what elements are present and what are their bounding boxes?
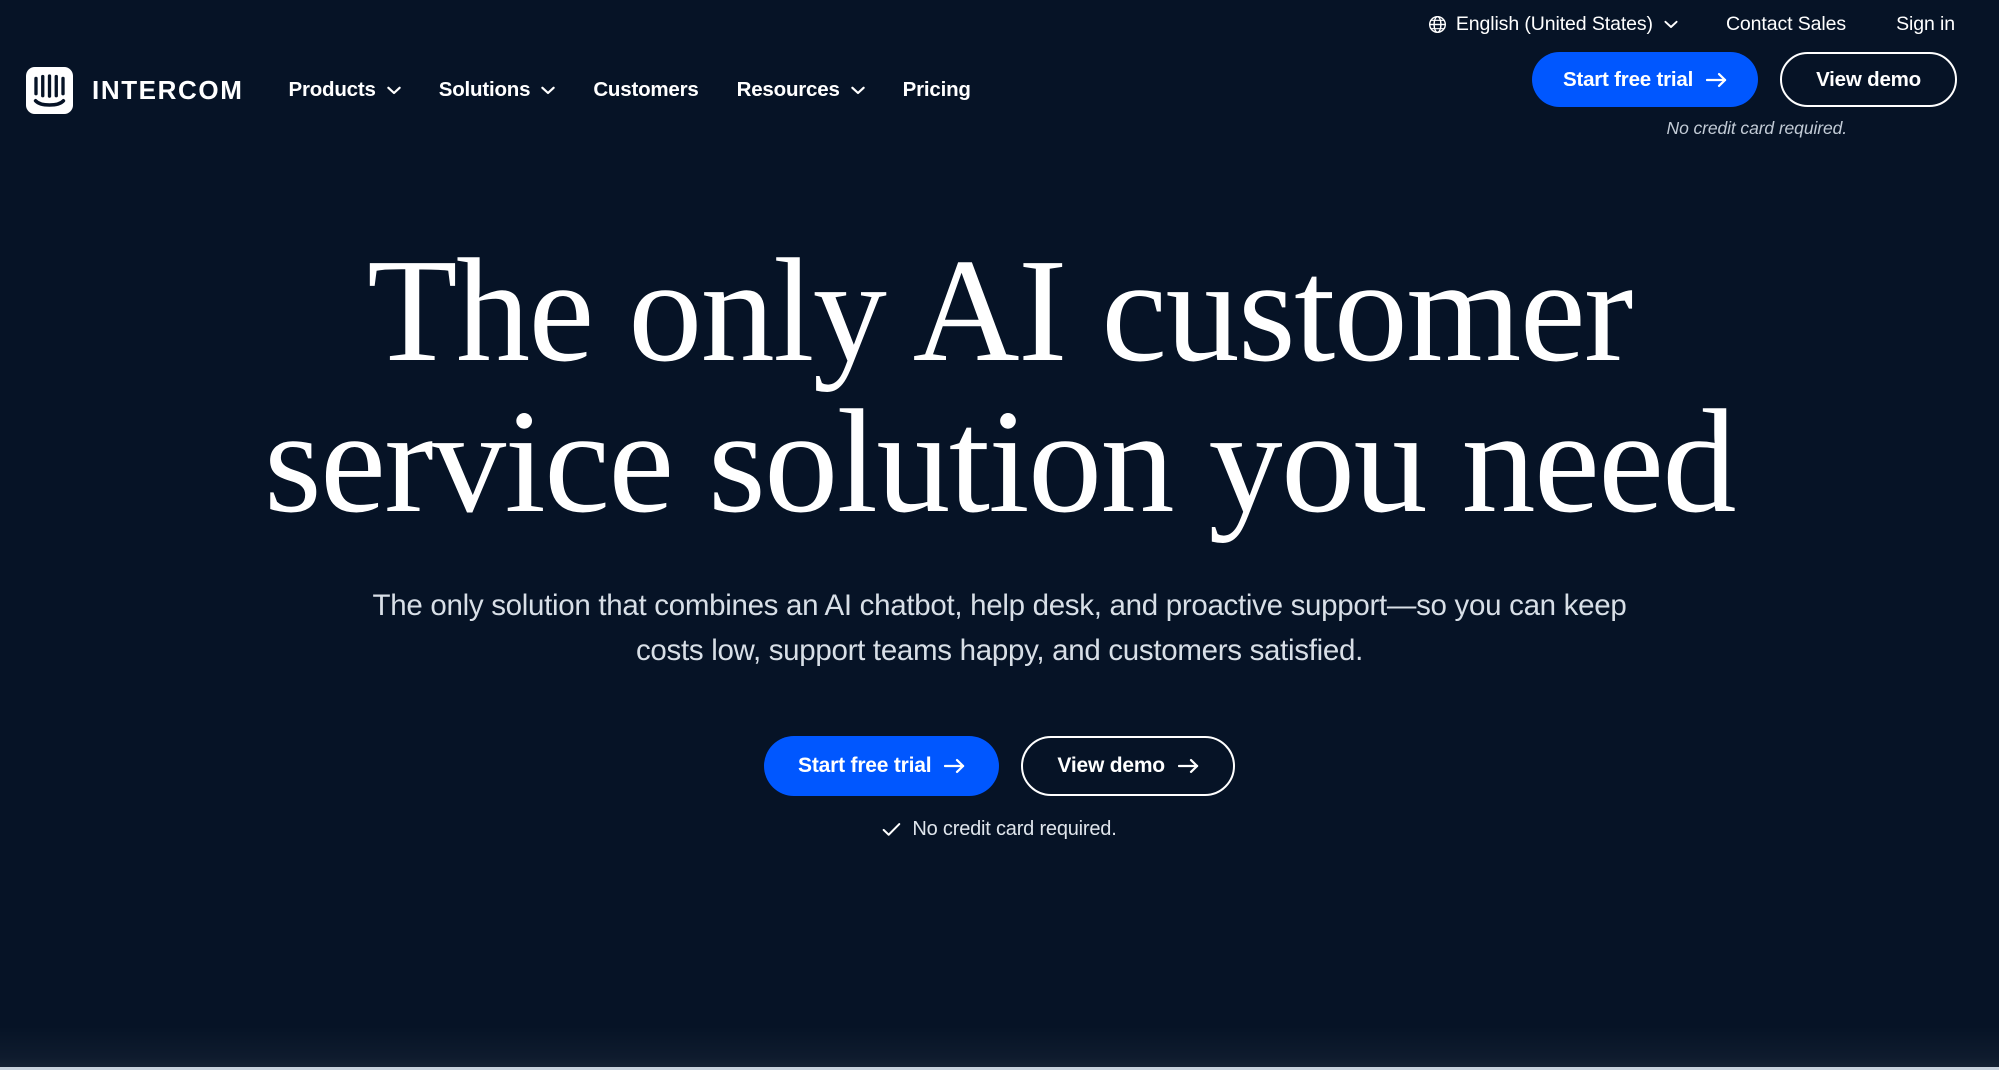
nav-item-label: Products xyxy=(288,78,376,101)
arrow-right-icon xyxy=(944,758,965,774)
hero-no-credit-card-note: No credit card required. xyxy=(882,817,1117,841)
nav-item-customers[interactable]: Customers xyxy=(574,70,717,110)
hero-note-label: No credit card required. xyxy=(912,817,1117,840)
nav-item-products[interactable]: Products xyxy=(269,70,419,110)
sign-in-link[interactable]: Sign in xyxy=(1894,9,1957,40)
nav-left-group: INTERCOM Products Solutions Customers Re… xyxy=(0,52,990,128)
chevron-down-icon xyxy=(1662,20,1678,29)
nav-start-free-trial-button[interactable]: Start free trial xyxy=(1531,52,1759,107)
hero-view-demo-button[interactable]: View demo xyxy=(1021,735,1235,796)
utility-bar: English (United States) Contact Sales Si… xyxy=(1426,0,1957,48)
globe-icon xyxy=(1428,15,1447,34)
nav-item-resources[interactable]: Resources xyxy=(718,70,884,110)
nav-item-solutions[interactable]: Solutions xyxy=(420,70,575,110)
nav-view-demo-button[interactable]: View demo xyxy=(1780,52,1957,107)
nav-item-label: Customers xyxy=(593,78,699,101)
arrow-right-icon xyxy=(1177,758,1199,774)
nav-right-group: Start free trial View demo No credit car… xyxy=(1531,52,1999,139)
button-label: Start free trial xyxy=(1562,67,1694,91)
hero-title-line-1: The only AI customer xyxy=(367,229,1633,393)
nav-item-label: Solutions xyxy=(438,78,531,101)
nav-item-label: Resources xyxy=(736,78,840,101)
page-title: The only AI customer service solution yo… xyxy=(264,229,1736,544)
nav-cta-row: Start free trial View demo xyxy=(1531,52,1957,107)
hero-section: The only AI customer service solution yo… xyxy=(0,236,1999,841)
chevron-down-icon xyxy=(385,86,401,95)
chevron-down-icon xyxy=(539,86,556,95)
nav-no-credit-card-note: No credit card required. xyxy=(1666,118,1848,138)
nav-items: Products Solutions Customers Resources P… xyxy=(269,67,989,114)
arrow-right-icon xyxy=(1706,72,1727,88)
bottom-gradient-band xyxy=(0,1026,1999,1070)
logo-wordmark: INTERCOM xyxy=(92,74,244,105)
logo-link[interactable]: INTERCOM xyxy=(26,66,244,114)
chevron-down-icon xyxy=(849,86,865,95)
button-label: View demo xyxy=(1816,67,1921,91)
contact-sales-link[interactable]: Contact Sales xyxy=(1724,9,1848,40)
nav-item-label: Pricing xyxy=(902,78,971,101)
button-label: Start free trial xyxy=(798,753,932,777)
language-selector[interactable]: English (United States) xyxy=(1426,9,1680,40)
hero-subtitle: The only solution that combines an AI ch… xyxy=(372,588,1627,667)
main-navigation: INTERCOM Products Solutions Customers Re… xyxy=(0,52,1999,138)
intercom-logo-icon xyxy=(26,66,73,114)
button-label: View demo xyxy=(1057,753,1165,777)
nav-item-pricing[interactable]: Pricing xyxy=(884,70,990,110)
page-root: English (United States) Contact Sales Si… xyxy=(0,0,1999,1070)
check-icon xyxy=(882,822,901,837)
hero-start-free-trial-button[interactable]: Start free trial xyxy=(764,735,1000,796)
hero-title-line-2: service solution you need xyxy=(264,379,1736,544)
hero-actions: Start free trial View demo xyxy=(764,735,1235,796)
language-label: English (United States) xyxy=(1455,12,1653,35)
